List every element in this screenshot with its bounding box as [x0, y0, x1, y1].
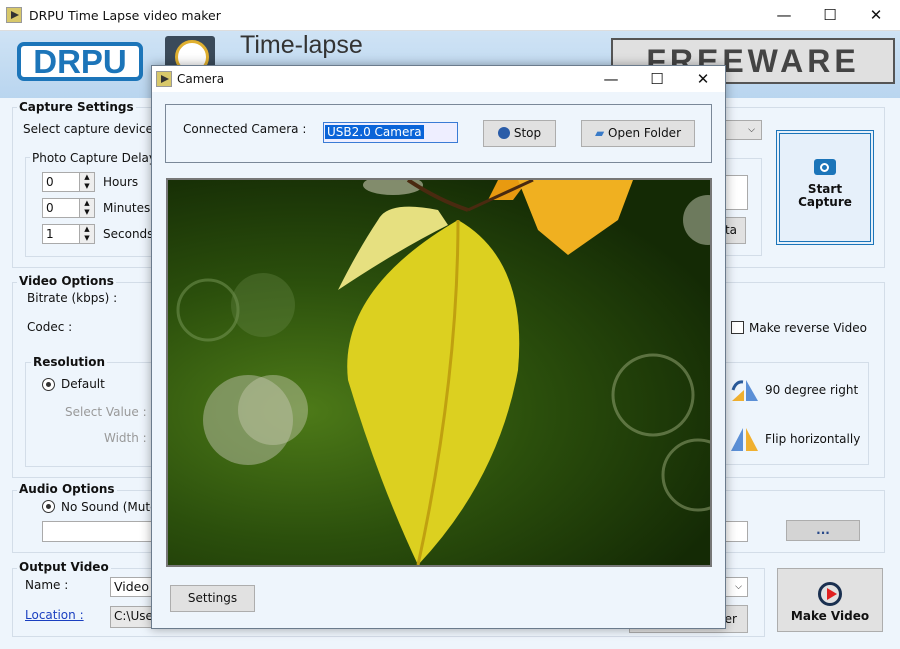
close-button[interactable]: ✕ [853, 0, 899, 31]
bitrate-label: Bitrate (kbps) : [27, 291, 118, 305]
width-label: Width : [104, 431, 147, 445]
start-capture-label: Start Capture [798, 182, 852, 209]
settings-button[interactable]: Settings [170, 585, 255, 612]
flip-horizontal-icon[interactable] [730, 426, 760, 452]
capture-settings-title: Capture Settings [17, 100, 136, 114]
flip-horizontal-label[interactable]: Flip horizontally [765, 432, 860, 446]
camera-value: USB2.0 Camera [325, 125, 424, 139]
hours-label: Hours [103, 175, 139, 189]
open-folder-button[interactable]: ▰ Open Folder [581, 120, 695, 147]
device-label: Select capture device [23, 122, 153, 136]
stop-icon [497, 127, 510, 139]
dialog-title: Camera [177, 72, 225, 86]
seconds-label: Seconds [103, 227, 154, 241]
no-sound-label: No Sound (Mute [61, 500, 158, 514]
maximize-button[interactable]: ☐ [807, 0, 853, 31]
default-label: Default [61, 377, 105, 391]
make-video-label: Make Video [790, 609, 870, 623]
app-icon [6, 7, 22, 23]
select-value-label: Select Value : [65, 405, 147, 419]
chevron-down-icon[interactable]: ⌵ [735, 578, 742, 596]
audio-browse-button[interactable]: ... [786, 520, 860, 541]
seconds-spinner[interactable]: ▲ ▼ [79, 224, 95, 244]
name-value: Video [114, 579, 150, 594]
dialog-icon [156, 71, 172, 87]
output-video-title: Output Video [17, 560, 111, 574]
chevron-down-icon: ⌵ [748, 125, 755, 135]
no-sound-radio[interactable] [42, 500, 55, 513]
codec-label: Codec : [27, 320, 73, 334]
photo-delay-title: Photo Capture Delay [30, 151, 158, 165]
leaf-preview-image [176, 180, 710, 565]
camera-dialog: Camera — ☐ ✕ Connected Camera : USB2.0 C… [151, 65, 726, 629]
stop-label: Stop [513, 126, 542, 140]
dialog-minimize-button[interactable]: — [588, 66, 634, 92]
window-title: DRPU Time Lapse video maker [29, 8, 221, 23]
camera-icon [814, 159, 836, 175]
reverse-video-checkbox[interactable] [731, 321, 744, 334]
hours-spinner[interactable]: ▲ ▼ [79, 172, 95, 192]
connected-camera-label: Connected Camera : [183, 122, 307, 136]
audio-options-title: Audio Options [17, 482, 117, 496]
hours-input[interactable]: 0 [42, 172, 80, 192]
minutes-label: Minutes [103, 201, 151, 215]
location-link[interactable]: Location : [25, 608, 84, 622]
dialog-close-button[interactable]: ✕ [680, 66, 726, 92]
make-video-button[interactable]: Make Video [777, 568, 883, 632]
minimize-button[interactable]: — [761, 0, 807, 31]
rotate-right-label[interactable]: 90 degree right [765, 383, 858, 397]
drpu-logo: DRPU [17, 42, 143, 81]
camera-select[interactable]: USB2.0 Camera [323, 122, 458, 143]
minutes-input[interactable]: 0 [42, 198, 80, 218]
dialog-maximize-button[interactable]: ☐ [634, 66, 680, 92]
name-label: Name : [25, 578, 69, 592]
folder-icon: ▰ [594, 126, 605, 140]
timelapse-film-icon [165, 36, 215, 74]
product-title: Time-lapse [240, 31, 363, 59]
resolution-title: Resolution [31, 355, 108, 369]
seconds-input[interactable]: 1 [42, 224, 80, 244]
play-icon [818, 582, 842, 606]
reverse-video-label: Make reverse Video [749, 321, 867, 335]
minutes-spinner[interactable]: ▲ ▼ [79, 198, 95, 218]
start-capture-button[interactable]: Start Capture [776, 130, 874, 245]
camera-preview [166, 178, 712, 567]
open-folder-label: Open Folder [608, 126, 681, 140]
rotate-right-icon[interactable] [730, 378, 760, 402]
video-options-title: Video Options [17, 274, 116, 288]
default-radio[interactable] [42, 378, 55, 391]
stop-button[interactable]: Stop [483, 120, 556, 147]
